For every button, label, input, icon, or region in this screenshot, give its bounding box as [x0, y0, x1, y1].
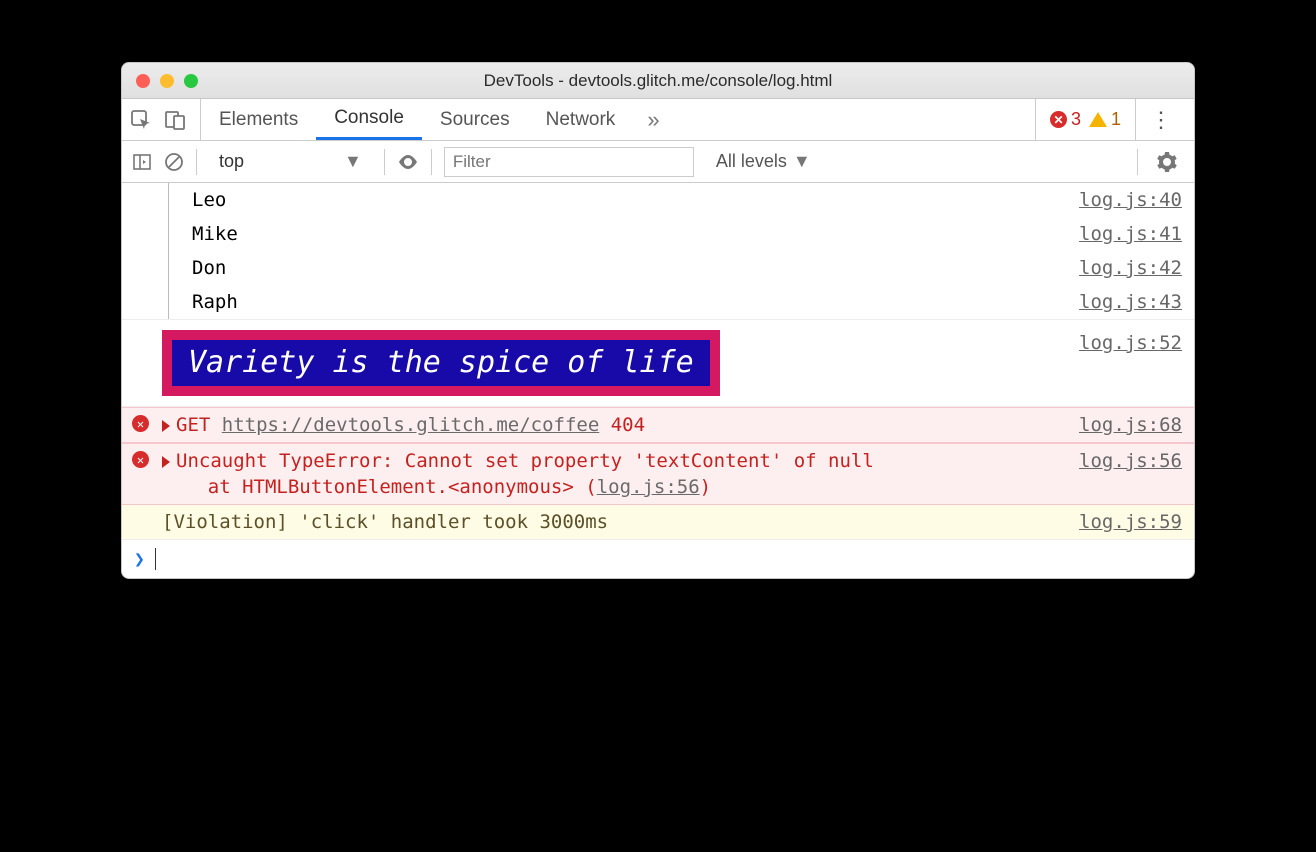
status-badges[interactable]: ✕ 3 1: [1035, 99, 1136, 140]
violation-entry[interactable]: [Violation] 'click' handler took 3000ms …: [122, 505, 1194, 540]
close-window-button[interactable]: [136, 74, 150, 88]
log-level-selector[interactable]: All levels ▼: [706, 151, 821, 172]
styled-log-entry[interactable]: Variety is the spice of life log.js:52: [122, 320, 1194, 407]
log-entry[interactable]: Don log.js:42: [122, 251, 1194, 285]
traffic-lights: [122, 74, 198, 88]
exception-message: Uncaught TypeError: Cannot set property …: [176, 450, 874, 472]
panel-tabs: Elements Console Sources Network »: [201, 99, 674, 140]
stack-frame-suffix: ): [700, 476, 711, 498]
source-link[interactable]: log.js:56: [1079, 448, 1182, 474]
log-text: Raph: [192, 289, 1079, 315]
source-link[interactable]: log.js:52: [1079, 330, 1182, 356]
inspect-element-icon[interactable]: [130, 109, 152, 131]
source-link[interactable]: log.js:42: [1079, 255, 1182, 281]
minimize-window-button[interactable]: [160, 74, 174, 88]
context-label: top: [219, 151, 244, 172]
log-text: Don: [192, 255, 1079, 281]
tab-console[interactable]: Console: [316, 99, 422, 140]
http-status: 404: [611, 414, 645, 436]
warning-icon: [1089, 112, 1107, 127]
stack-frame-link[interactable]: log.js:56: [597, 476, 700, 498]
log-entry[interactable]: Leo log.js:40: [122, 183, 1194, 217]
levels-label: All levels: [716, 151, 787, 172]
titlebar: DevTools - devtools.glitch.me/console/lo…: [122, 63, 1194, 99]
tab-elements[interactable]: Elements: [201, 99, 316, 140]
clear-console-icon[interactable]: [164, 152, 184, 172]
devtools-window: DevTools - devtools.glitch.me/console/lo…: [121, 62, 1195, 579]
source-link[interactable]: log.js:41: [1079, 221, 1182, 247]
log-entry[interactable]: Raph log.js:43: [122, 285, 1194, 320]
styled-log-text: Variety is the spice of life: [162, 330, 720, 396]
expand-icon[interactable]: [162, 456, 170, 468]
window-title: DevTools - devtools.glitch.me/console/lo…: [122, 71, 1194, 91]
prompt-icon: ❯: [134, 549, 145, 570]
console-log-area: Leo log.js:40 Mike log.js:41 Don log.js:…: [122, 183, 1194, 578]
violation-text: [Violation] 'click' handler took 3000ms: [162, 509, 1079, 535]
warning-count: 1: [1111, 109, 1121, 130]
filter-input[interactable]: [444, 147, 694, 177]
error-icon: ✕: [132, 415, 149, 432]
devtools-dock-controls: [130, 99, 201, 140]
maximize-window-button[interactable]: [184, 74, 198, 88]
error-count-badge[interactable]: ✕ 3: [1050, 109, 1081, 130]
warning-count-badge[interactable]: 1: [1089, 109, 1121, 130]
error-icon: ✕: [132, 451, 149, 468]
text-caret: [155, 548, 156, 570]
log-entry[interactable]: Mike log.js:41: [122, 217, 1194, 251]
http-method: GET: [176, 414, 210, 436]
console-settings-icon[interactable]: [1150, 151, 1184, 173]
console-toolbar: top ▼ All levels ▼: [122, 141, 1194, 183]
stack-frame-prefix: at HTMLButtonElement.<anonymous> (: [162, 476, 597, 498]
console-sidebar-toggle-icon[interactable]: [132, 152, 152, 172]
log-text: Leo: [192, 187, 1079, 213]
tab-strip: Elements Console Sources Network » ✕ 3 1…: [122, 99, 1194, 141]
exception-entry[interactable]: ✕ Uncaught TypeError: Cannot set propert…: [122, 443, 1194, 505]
live-expression-icon[interactable]: [397, 151, 419, 173]
tab-network[interactable]: Network: [528, 99, 634, 140]
source-link[interactable]: log.js:40: [1079, 187, 1182, 213]
device-toolbar-icon[interactable]: [164, 109, 186, 131]
expand-icon[interactable]: [162, 420, 170, 432]
source-link[interactable]: log.js:43: [1079, 289, 1182, 315]
source-link[interactable]: log.js:68: [1079, 412, 1182, 438]
error-icon: ✕: [1050, 111, 1067, 128]
settings-menu-button[interactable]: ⋮: [1136, 107, 1186, 133]
context-selector[interactable]: top ▼: [209, 149, 372, 174]
dropdown-icon: ▼: [344, 151, 362, 172]
source-link[interactable]: log.js:59: [1079, 509, 1182, 535]
network-error-entry[interactable]: ✕ GET https://devtools.glitch.me/coffee …: [122, 407, 1194, 443]
console-prompt[interactable]: ❯: [122, 540, 1194, 578]
tab-sources[interactable]: Sources: [422, 99, 528, 140]
dropdown-icon: ▼: [793, 151, 811, 172]
error-count: 3: [1071, 109, 1081, 130]
more-tabs-button[interactable]: »: [633, 107, 673, 133]
log-text: Mike: [192, 221, 1079, 247]
error-url[interactable]: https://devtools.glitch.me/coffee: [222, 414, 600, 436]
